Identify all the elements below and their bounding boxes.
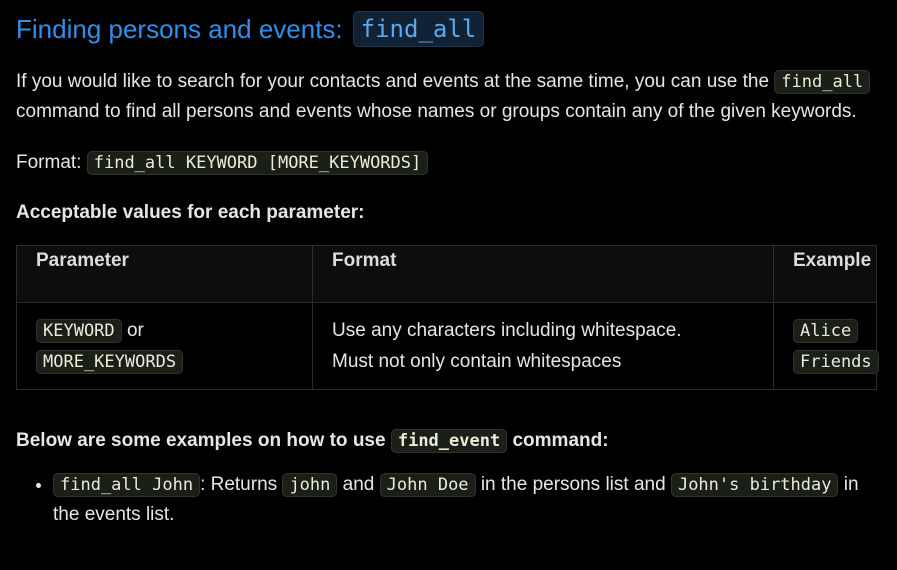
- table-header-format: Format: [312, 245, 774, 303]
- example-cell-line1: Alice or: [793, 316, 859, 371]
- example-cell-line2: Friends: [793, 347, 879, 378]
- format-code: find_all KEYWORD [MORE_KEYWORDS]: [86, 151, 429, 175]
- example-text-and: and: [342, 474, 375, 495]
- intro-text-part2: command to find all persons and events w…: [16, 101, 857, 122]
- table-header-parameter: Parameter: [16, 245, 313, 303]
- examples-list: find_all John: Returns john and John Doe…: [16, 470, 881, 530]
- acceptable-values-heading: Acceptable values for each parameter:: [16, 202, 365, 223]
- format-label: Format:: [16, 152, 82, 173]
- examples-heading-part2: command:: [512, 430, 609, 451]
- intro-text-part1: If you would like to search for your con…: [16, 71, 770, 92]
- section-heading: Finding persons and events: find_all: [16, 0, 881, 49]
- table-row: KEYWORD or MORE_KEYWORDS Use any charact…: [16, 302, 879, 390]
- example-result-john-doe: John Doe: [379, 473, 476, 497]
- example-code-friends: Friends: [793, 350, 879, 374]
- example-text-returns: : Returns: [200, 474, 278, 495]
- list-item: find_all John: Returns john and John Doe…: [53, 470, 881, 530]
- section-heading-code: find_all: [352, 11, 485, 47]
- examples-heading-part1: Below are some examples on how to use: [16, 430, 386, 451]
- parameter-or-text: or: [126, 320, 144, 341]
- table-header-row: Parameter Format Example: [16, 245, 877, 303]
- table-header-example: Example: [773, 245, 877, 303]
- format-cell-line2: Must not only contain whitespaces: [332, 351, 622, 372]
- intro-code: find_all: [774, 70, 871, 94]
- example-result-johns-birthday: John's birthday: [670, 473, 839, 497]
- format-line: Format: find_all KEYWORD [MORE_KEYWORDS]: [16, 148, 881, 178]
- intro-paragraph: If you would like to search for your con…: [16, 67, 881, 127]
- format-cell-line1: Use any characters including whitespace.: [332, 320, 682, 341]
- example-cell: Alice or Friends: [773, 302, 879, 390]
- parameter-cell-line2: MORE_KEYWORDS: [36, 347, 293, 378]
- example-code-alice: Alice: [793, 319, 859, 343]
- format-cell: Use any characters including whitespace.…: [312, 302, 774, 390]
- examples-heading: Below are some examples on how to use fi…: [16, 426, 881, 456]
- example-text-persons-list: in the persons list and: [480, 474, 666, 495]
- parameter-cell: KEYWORD or MORE_KEYWORDS: [16, 302, 313, 390]
- page: Finding persons and events: find_all If …: [0, 0, 897, 530]
- parameter-cell-line1: KEYWORD or: [36, 316, 293, 347]
- section-heading-text: Finding persons and events:: [16, 14, 343, 44]
- example-result-john: john: [282, 473, 338, 497]
- examples-heading-code: find_event: [390, 429, 508, 453]
- parameter-code-more-keywords: MORE_KEYWORDS: [36, 350, 184, 374]
- parameter-code-keyword: KEYWORD: [36, 319, 122, 343]
- example-command-code: find_all John: [53, 473, 201, 497]
- parameter-table: Parameter Format Example KEYWORD or MORE…: [16, 245, 879, 390]
